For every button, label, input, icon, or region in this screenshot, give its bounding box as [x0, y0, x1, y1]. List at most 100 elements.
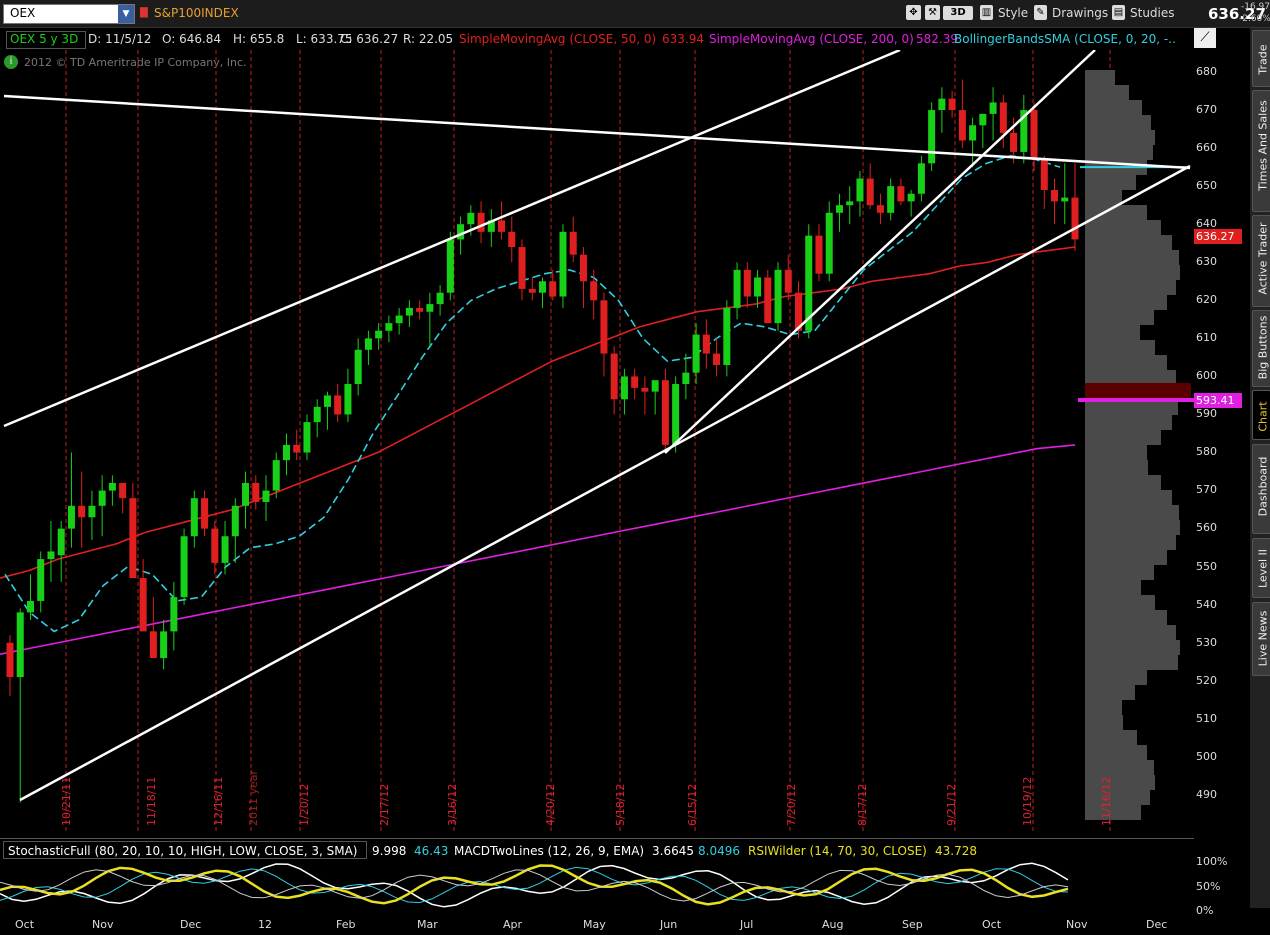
stochastic-label[interactable]: StochasticFull (80, 20, 10, 10, HIGH, LO… — [8, 844, 357, 858]
tab-live-news[interactable]: Live News — [1252, 602, 1270, 676]
price-tick: 580 — [1196, 445, 1217, 458]
candle-body — [600, 300, 608, 354]
candle-body — [692, 334, 700, 373]
candle-body — [528, 288, 536, 293]
candle-body — [78, 505, 86, 518]
pane-divider[interactable] — [0, 838, 1194, 839]
volume-profile-bar — [1085, 715, 1123, 730]
month-label: Jun — [660, 918, 678, 931]
price-tick: 590 — [1196, 407, 1217, 420]
bollinger-label[interactable]: BollingerBandsSMA (CLOSE, 0, 20, -.. — [954, 32, 1176, 46]
cursor-icon[interactable]: ✥ — [906, 5, 921, 20]
volume-profile-bar — [1085, 490, 1172, 505]
candle-body — [549, 281, 557, 297]
symbol-input[interactable]: OEX ▼ — [3, 4, 135, 24]
symbol-info-icon[interactable]: ▇ — [140, 7, 148, 18]
tab-times-and-sales[interactable]: Times And Sales — [1252, 90, 1270, 212]
macd-value-1: 3.6645 — [652, 844, 694, 858]
candle-body — [590, 281, 598, 301]
candle-body — [436, 292, 444, 305]
date-label: 4/20/12 — [544, 783, 557, 826]
3d-button[interactable]: 3D — [943, 6, 973, 20]
volume-profile-bar — [1085, 235, 1172, 250]
bar-high: H: 655.8 — [233, 32, 285, 46]
symbol-period[interactable]: OEX 5 y 3D — [10, 32, 78, 46]
price-tick: 520 — [1196, 674, 1217, 687]
volume-profile-bar — [1085, 655, 1178, 670]
month-label: Apr — [503, 918, 523, 931]
studies-button[interactable]: Studies — [1130, 5, 1175, 21]
drawings-button[interactable]: Drawings — [1052, 5, 1108, 21]
candle-body — [395, 315, 403, 324]
date-label: 3/16/12 — [446, 783, 459, 826]
candle-body — [47, 551, 55, 560]
volume-profile-bar — [1085, 130, 1155, 145]
price-tick: 650 — [1196, 179, 1217, 192]
candle-body — [620, 376, 628, 400]
sma50-value: 633.94 — [662, 32, 704, 46]
candle-body — [641, 387, 649, 392]
volume-profile-bar — [1085, 190, 1122, 205]
volume-profile-bar — [1085, 790, 1150, 805]
volume-profile — [1078, 70, 1194, 820]
volume-profile-bar — [1085, 145, 1153, 160]
candle-body — [201, 498, 209, 529]
sma50-label[interactable]: SimpleMovingAvg (CLOSE, 50, 0) — [459, 32, 656, 46]
candle-body — [426, 304, 434, 312]
candle-body — [242, 482, 250, 506]
date-label: 7/20/12 — [785, 783, 798, 826]
candle-body — [815, 235, 823, 274]
chart-settings-icon[interactable]: ⟋ — [1194, 28, 1216, 48]
date-label: 10/21/11 — [60, 776, 73, 826]
tab-chart[interactable]: Chart — [1252, 390, 1270, 440]
volume-profile-bar — [1085, 325, 1140, 340]
month-label: Dec — [1146, 918, 1168, 931]
volume-profile-bar — [1085, 505, 1179, 520]
price-tick: 560 — [1196, 521, 1217, 534]
macd-label[interactable]: MACDTwoLines (12, 26, 9, EMA) — [454, 844, 644, 858]
candle-body — [334, 395, 342, 415]
candle-body — [26, 600, 34, 613]
wrench-icon[interactable]: ⚒ — [925, 5, 940, 20]
sma200-level-line — [1078, 398, 1194, 402]
candle-body — [1071, 197, 1079, 240]
candle-body — [866, 178, 874, 206]
volume-profile-bar — [1085, 70, 1115, 85]
candle-body — [723, 307, 731, 366]
trend-line — [19, 164, 1191, 802]
candles — [6, 79, 1079, 803]
candle-body — [385, 323, 393, 331]
candle-body — [98, 490, 106, 506]
chevron-down-icon[interactable]: ▼ — [118, 5, 134, 23]
price-tick: 550 — [1196, 560, 1217, 573]
candle-body — [375, 330, 383, 339]
candle-body — [282, 444, 290, 461]
candle-body — [262, 490, 270, 502]
tab-active-trader[interactable]: Active Trader — [1252, 215, 1270, 307]
oscillator-chart[interactable] — [0, 860, 1194, 915]
tab-trade[interactable]: Trade — [1252, 30, 1270, 87]
date-label: 6/15/12 — [686, 783, 699, 826]
style-button[interactable]: Style — [998, 5, 1028, 21]
candle-body — [969, 125, 977, 141]
date-label: 11/16/12 — [1100, 776, 1113, 826]
candle-body — [651, 380, 659, 392]
volume-profile-bar — [1085, 775, 1155, 790]
price-tick: 680 — [1196, 65, 1217, 78]
month-label: Sep — [902, 918, 923, 931]
volume-profile-bar — [1085, 340, 1155, 355]
candle-body — [405, 307, 413, 316]
candle-body — [354, 349, 362, 385]
symbol-value: OEX — [10, 6, 36, 20]
volume-profile-bar — [1085, 535, 1176, 550]
price-chart[interactable] — [0, 50, 1194, 832]
sma200-label[interactable]: SimpleMovingAvg (CLOSE, 200, 0) — [709, 32, 914, 46]
volume-profile-bar — [1085, 730, 1137, 745]
rsi-label[interactable]: RSIWilder (14, 70, 30, CLOSE) — [748, 844, 927, 858]
candle-body — [180, 536, 188, 598]
month-label: Nov — [92, 918, 114, 931]
candle-body — [1030, 110, 1038, 160]
rsi-value: 43.728 — [935, 844, 977, 858]
candle-body — [16, 612, 24, 678]
candle-body — [67, 505, 75, 529]
